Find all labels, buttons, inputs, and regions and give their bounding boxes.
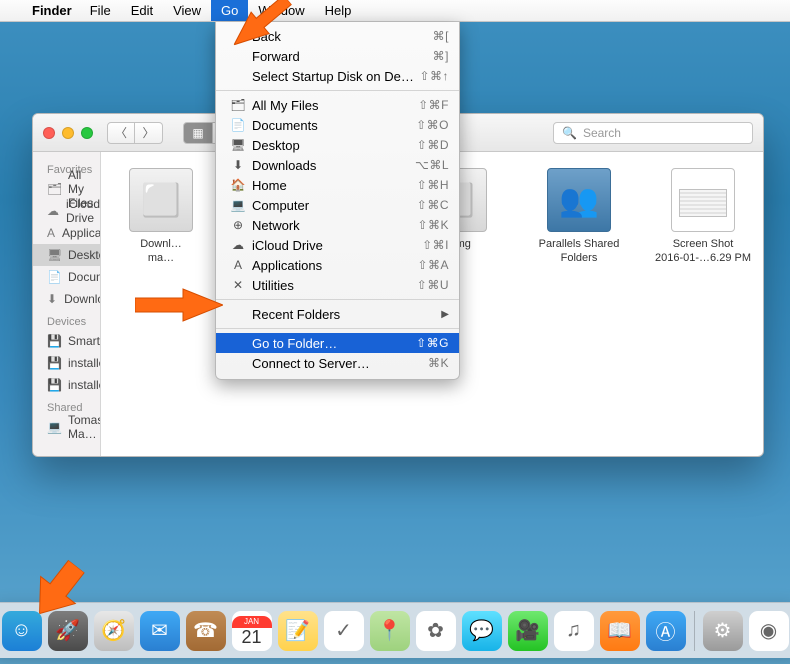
all-files-icon: 🗂	[230, 98, 246, 112]
dock-preferences[interactable]: ⚙	[703, 611, 743, 651]
utilities-icon: ✕	[230, 278, 246, 292]
search-placeholder: Search	[583, 126, 621, 140]
dock-chrome[interactable]: ◉	[749, 611, 789, 651]
go-recent-folders[interactable]: Recent Folders▶	[216, 304, 459, 324]
go-connect-server[interactable]: Connect to Server…⌘K	[216, 353, 459, 373]
dock-messages[interactable]: 💬	[462, 611, 502, 651]
go-home[interactable]: 🏠Home⇧⌘H	[216, 175, 459, 195]
go-startup-disk[interactable]: Select Startup Disk on Desktop⇧⌘↑	[216, 66, 459, 86]
minimize-button[interactable]	[62, 127, 74, 139]
dock-mail[interactable]: ✉︎	[140, 611, 180, 651]
finder-sidebar: Favorites 🗂All My Files ☁︎iCloud Drive A…	[33, 152, 101, 456]
dock-wrap: ☺🚀🧭✉︎☎JAN21📝✓📍✿💬🎥♫📖Ⓐ⚙◉	[0, 602, 790, 664]
sidebar-desktop[interactable]: 🖥Desktop	[33, 244, 100, 266]
dock-contacts[interactable]: ☎	[186, 611, 226, 651]
dock-reminders[interactable]: ✓	[324, 611, 364, 651]
disk-icon: ⬜	[129, 168, 193, 232]
go-menu-dropdown: Back⌘[ Forward⌘] Select Startup Disk on …	[215, 22, 460, 380]
menubar: Finder File Edit View Go Window Help	[0, 0, 790, 22]
menu-help[interactable]: Help	[315, 0, 362, 21]
go-documents[interactable]: 📄Documents⇧⌘O	[216, 115, 459, 135]
go-computer[interactable]: 💻Computer⇧⌘C	[216, 195, 459, 215]
dock-appstore[interactable]: Ⓐ	[646, 611, 686, 651]
go-all-my-files[interactable]: 🗂All My Files⇧⌘F	[216, 95, 459, 115]
menu-edit[interactable]: Edit	[121, 0, 163, 21]
sidebar-applications[interactable]: AApplications	[33, 222, 100, 244]
sidebar-device-1[interactable]: 💾SmartInst…⏏	[33, 330, 100, 352]
sidebar-documents[interactable]: 📄Documents	[33, 266, 100, 288]
dock: ☺🚀🧭✉︎☎JAN21📝✓📍✿💬🎥♫📖Ⓐ⚙◉	[0, 602, 790, 658]
go-network[interactable]: ⊕Network⇧⌘K	[216, 215, 459, 235]
dock-facetime[interactable]: 🎥	[508, 611, 548, 651]
forward-button[interactable]: 〉	[135, 122, 163, 144]
annotation-arrow-go-to-folder	[135, 287, 223, 337]
dock-ibooks[interactable]: 📖	[600, 611, 640, 651]
dock-calendar[interactable]: JAN21	[232, 611, 272, 651]
network-icon: ⊕	[230, 218, 246, 232]
search-icon: 🔍	[562, 126, 577, 140]
dock-safari[interactable]: 🧭	[94, 611, 134, 651]
downloads-icon: ⬇︎	[230, 158, 246, 172]
documents-icon: 📄	[230, 118, 246, 132]
sidebar-icloud[interactable]: ☁︎iCloud Drive	[33, 200, 100, 222]
go-icloud[interactable]: ☁︎iCloud Drive⇧⌘I	[216, 235, 459, 255]
home-icon: 🏠	[230, 178, 246, 192]
search-field[interactable]: 🔍 Search	[553, 122, 753, 144]
computer-icon: 💻	[230, 198, 246, 212]
dock-maps[interactable]: 📍	[370, 611, 410, 651]
cloud-icon: ☁︎	[230, 238, 246, 252]
go-utilities[interactable]: ✕Utilities⇧⌘U	[216, 275, 459, 295]
file-item[interactable]: ⬜Downl… ma…	[113, 168, 209, 266]
dock-finder[interactable]: ☺	[2, 611, 42, 651]
traffic-lights	[43, 127, 93, 139]
dock-photos[interactable]: ✿	[416, 611, 456, 651]
go-downloads[interactable]: ⬇︎Downloads⌥⌘L	[216, 155, 459, 175]
dock-separator	[694, 611, 695, 651]
sidebar-device-2[interactable]: 💾installer⏏	[33, 352, 100, 374]
menu-file[interactable]: File	[80, 0, 121, 21]
dock-itunes[interactable]: ♫	[554, 611, 594, 651]
view-icons[interactable]: ▦	[183, 122, 213, 144]
go-applications[interactable]: AApplications⇧⌘A	[216, 255, 459, 275]
file-item[interactable]: 👥Parallels Shared Folders	[531, 168, 627, 266]
menubar-app-name[interactable]: Finder	[24, 0, 80, 21]
back-button[interactable]: 〈	[107, 122, 135, 144]
dock-notes[interactable]: 📝	[278, 611, 318, 651]
close-button[interactable]	[43, 127, 55, 139]
sidebar-downloads[interactable]: ⬇︎Downloads	[33, 288, 100, 310]
menu-view[interactable]: View	[163, 0, 211, 21]
file-item[interactable]: Screen Shot 2016-01-…6.29 PM	[655, 168, 751, 266]
go-desktop[interactable]: 🖥Desktop⇧⌘D	[216, 135, 459, 155]
applications-icon: A	[230, 258, 246, 272]
go-to-folder[interactable]: Go to Folder…⇧⌘G	[216, 333, 459, 353]
desktop-icon: 🖥	[230, 138, 246, 152]
shared-folder-icon: 👥	[547, 168, 611, 232]
sidebar-shared-1[interactable]: 💻Tomas's Ma…	[33, 416, 100, 438]
devices-header: Devices	[33, 310, 100, 330]
zoom-button[interactable]	[81, 127, 93, 139]
screenshot-icon	[671, 168, 735, 232]
sidebar-device-3[interactable]: 💾installer⏏	[33, 374, 100, 396]
